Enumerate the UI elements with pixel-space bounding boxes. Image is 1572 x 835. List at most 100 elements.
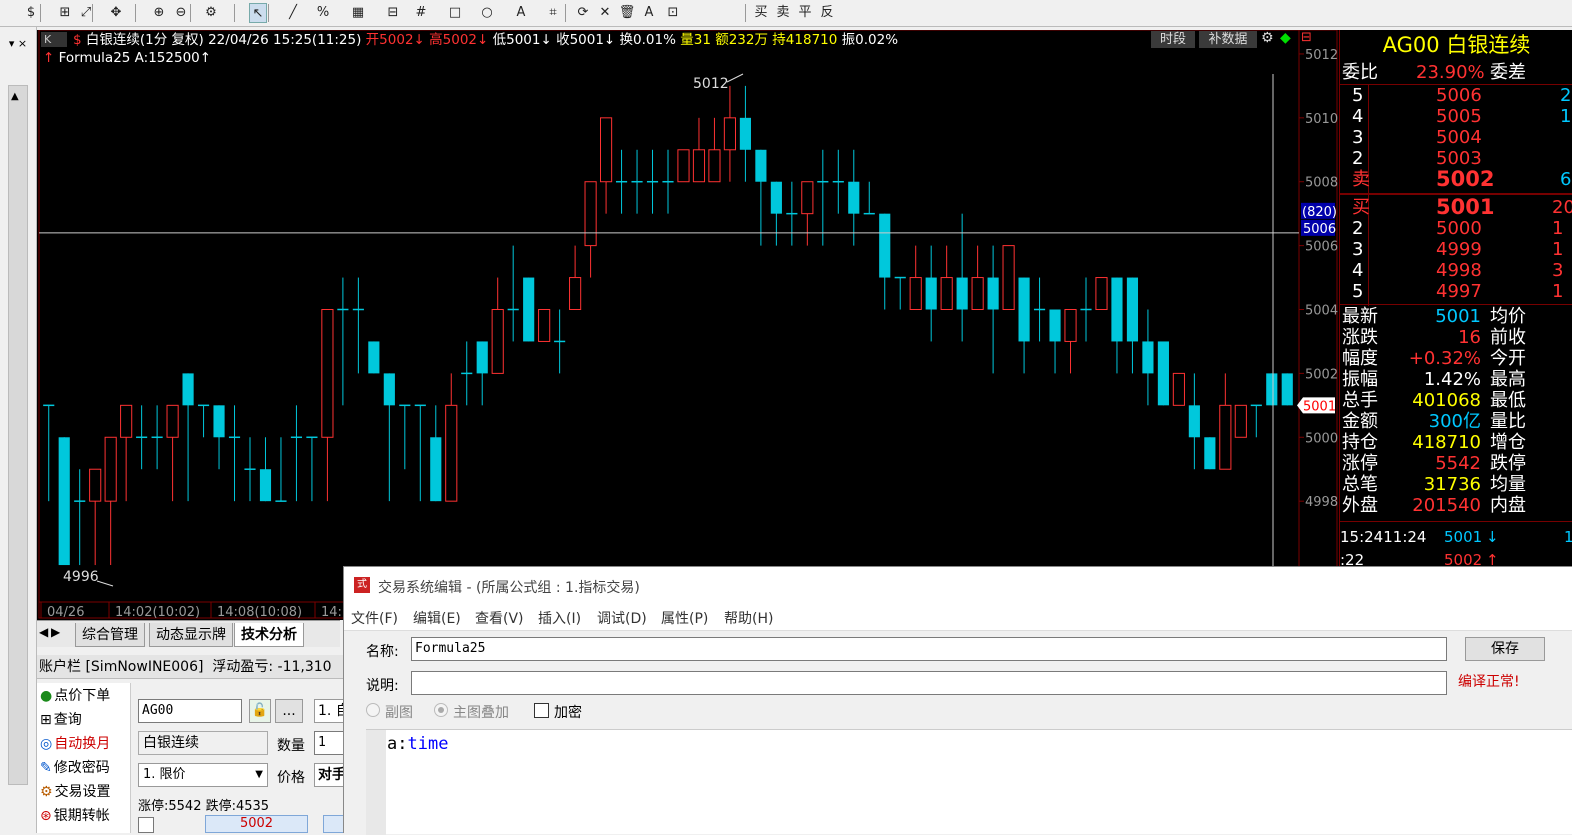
floating-pnl: 浮动盈亏: -11,310 [212,659,332,675]
k-button[interactable]: K [41,32,67,47]
formula-name-input[interactable]: Formula25 [411,637,1447,661]
menu-item-icon: ⊞ [40,712,52,728]
settings-icon[interactable]: ⚙ [202,3,220,23]
dialog-menu-item[interactable]: 文件(F) [351,608,398,628]
layout-icon[interactable]: ⊟ [384,3,402,23]
refresh-icon[interactable]: ⟳ [574,3,592,23]
stat-label: 总笔 [1342,474,1378,495]
code-editor[interactable]: a:time [366,729,1572,835]
radio-subchart[interactable] [366,703,380,717]
high-value: 高5002↓ [429,32,489,48]
menu-item-label: 交易设置 [54,784,111,800]
stat-value: +0.32% [1408,348,1481,369]
dialog-menu-item[interactable]: 查看(V) [475,608,524,628]
trade-reverse-button[interactable]: 反 [818,3,836,23]
fill-data-button[interactable]: 补数据 [1199,31,1257,48]
min-pointer [96,580,114,587]
sidebar-scrollbar[interactable] [8,85,28,785]
more-button[interactable]: ... [275,699,303,723]
stat-row: 外盘 201540 内盘 [1340,495,1572,516]
filter-icon[interactable]: ⊞ [56,3,74,23]
candle-body [430,437,442,502]
description-input[interactable] [411,671,1447,695]
candle-body [1126,277,1139,342]
color-icon[interactable]: A [640,3,658,23]
stat-value: 201540 [1412,495,1481,516]
dialog-menu-item[interactable]: 插入(I) [538,608,581,628]
circle-icon[interactable]: ○ [478,3,496,23]
line-icon[interactable]: ╱ [284,3,302,23]
toolbar-separator [745,4,746,22]
menu-item-label: 修改密码 [53,760,110,776]
dialog-menu-item[interactable]: 帮助(H) [724,608,773,628]
candle-body [879,213,891,278]
trade-close-button[interactable]: 平 [796,3,814,23]
candle-body [445,404,458,502]
account-menu-item[interactable]: ⚙ 交易设置 [40,781,111,803]
zoom-out-icon[interactable]: ⊖ [172,3,190,23]
sidebar-pin-icon[interactable]: ▾ × [0,37,36,50]
stat-row: 持仓 418710 增仓 [1340,432,1572,453]
lock-icon[interactable]: 🔓 [249,699,271,723]
tab-scroll-left-icon[interactable]: ◀ [39,625,48,639]
hash-icon[interactable]: # [412,3,430,23]
stat-value: 418710 [1412,432,1481,453]
encrypt-checkbox[interactable] [534,703,549,718]
stat-label: 持仓 [1342,432,1378,453]
ask-volume: 6 [1560,169,1572,190]
save-icon[interactable]: ⊡ [664,3,682,23]
bid-price: 5001 [1436,195,1495,219]
settings-icon[interactable]: ⚙ [1261,30,1274,46]
dollar-icon[interactable]: $ [22,3,40,23]
text-icon[interactable]: A [512,3,530,23]
trade-sell-button[interactable]: 卖 [774,3,792,23]
cursor-icon[interactable]: ↖ [249,3,267,23]
tab-dynamic[interactable]: 动态显示牌 [149,623,233,647]
bottom-checkbox[interactable] [138,817,154,833]
ask-row: 4 5005 1 [1340,106,1572,127]
magnet-icon[interactable]: ⌗ [544,3,562,23]
dialog-menu-item[interactable]: 属性(P) [661,608,708,628]
zoom-in-icon[interactable]: ⊕ [150,3,168,23]
candle-body [213,405,225,438]
menu-item-icon: ● [40,688,53,704]
contract-code-input[interactable]: AG00 [138,699,242,723]
kline-canvas[interactable]: 5012 5010 5008 5006 5004 5002 5000 4998 (820) 500… [37,30,1339,620]
menu-item-icon: ✎ [40,760,52,776]
chevron-down-icon: ▼ [255,769,263,780]
tab-overview[interactable]: 综合管理 [75,623,145,647]
trade-buy-button[interactable]: 买 [752,3,770,23]
minimize-icon[interactable]: ⊟ [1301,30,1312,45]
grid-icon[interactable]: ▦ [349,3,367,23]
save-button[interactable]: 保存 [1465,637,1545,661]
tab-scroll-right-icon[interactable]: ▶ [51,625,60,639]
y-tick-label: 5002 [1305,367,1338,382]
percent-icon[interactable]: % [314,3,332,23]
diamond-icon[interactable]: ◆ [1280,30,1291,46]
account-menu-item[interactable]: ✎ 修改密码 [40,757,110,779]
candle-body [182,373,194,406]
kline-chart[interactable]: 5012 5010 5008 5006 5004 5002 5000 4998 (820) 500… [37,30,1339,620]
menu-item-label: 查询 [53,712,82,728]
account-menu-item[interactable]: ◎ 自动换月 [40,733,110,755]
account-menu-item[interactable]: ● 点价下单 [40,685,110,707]
move-icon[interactable]: ✥ [107,3,125,23]
account-menu-item[interactable]: ⊛ 银期转帐 [40,805,110,827]
stat-label-2: 量比 [1490,411,1526,432]
order-type-select[interactable]: 1. 限价 ▼ [138,763,268,787]
candle-body [368,341,380,374]
ask-level: 3 [1352,127,1364,148]
dialog-menu-item[interactable]: 调试(D) [597,608,647,628]
rect-icon[interactable]: □ [446,3,464,23]
account-menu-item[interactable]: ⊞ 查询 [40,709,82,731]
period-button[interactable]: 时段 [1151,31,1195,48]
delete-icon[interactable]: ✕ [596,3,614,23]
buy-price-button[interactable]: 5002 [205,815,308,833]
candle-body [1095,277,1108,311]
scroll-up-icon[interactable]: ▲ [11,91,19,102]
dialog-menu-item[interactable]: 编辑(E) [413,608,461,628]
tab-technical[interactable]: 技术分析 [234,623,304,647]
trash-icon[interactable]: 🗑 [618,3,636,23]
stat-label-2: 均价 [1490,306,1526,327]
radio-overlay[interactable] [434,703,448,717]
